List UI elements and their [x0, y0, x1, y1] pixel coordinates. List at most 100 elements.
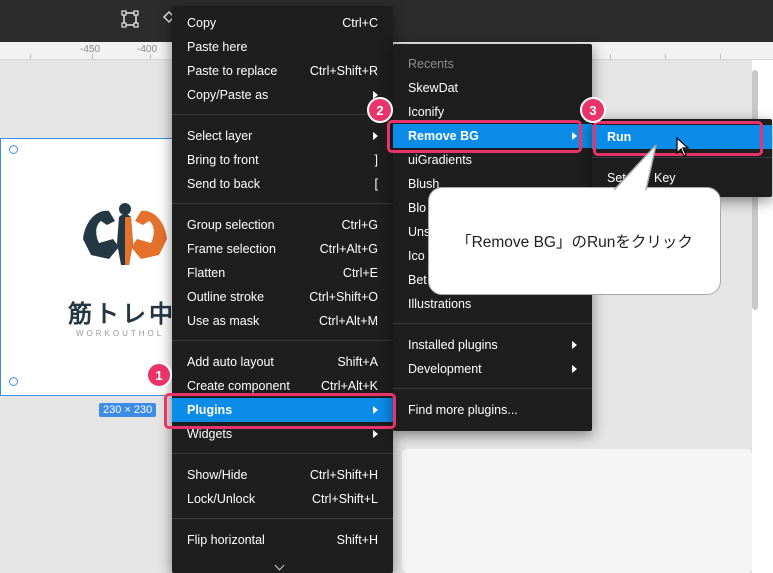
menu-item-label: Send to back [187, 177, 260, 191]
menu-item-select-layer[interactable]: Select layer [172, 124, 393, 148]
menu-item-label: Bring to front [187, 153, 259, 167]
menu-divider [393, 388, 592, 389]
highlight-remove-bg [387, 120, 582, 153]
submenu-arrow-icon [373, 430, 378, 438]
menu-item-label: Group selection [187, 218, 275, 232]
menu-divider [172, 114, 393, 115]
ruler-tick [665, 54, 666, 59]
menu-item-label: Find more plugins... [408, 403, 518, 417]
logo-subtitle: WORKOUTHOL [76, 329, 165, 338]
plugin-item-illustrations[interactable]: Illustrations [393, 292, 592, 316]
menu-item-lock-unlock[interactable]: Lock/Unlock Ctrl+Shift+L [172, 487, 393, 511]
scroll-down-chevron-icon[interactable] [274, 560, 285, 571]
menu-item-label: Widgets [187, 427, 233, 441]
bubble-tail-icon [613, 145, 657, 191]
menu-item-find-more-plugins[interactable]: Find more plugins... [393, 398, 592, 422]
menu-item-outline-stroke[interactable]: Outline stroke Ctrl+Shift+O [172, 285, 393, 309]
menu-item-shortcut: Ctrl+Shift+L [311, 492, 378, 506]
menu-item-label: Installed plugins [408, 338, 498, 352]
menu-item-label: Ico [408, 249, 425, 263]
menu-item-label: Create component [187, 379, 290, 393]
menu-item-label: Uns [408, 225, 431, 239]
highlight-plugins [164, 393, 396, 429]
menu-item-shortcut: Ctrl+E [342, 266, 378, 280]
background-panel [402, 449, 752, 573]
menu-divider [393, 323, 592, 324]
menu-item-label: Frame selection [187, 242, 276, 256]
menu-item-label: Bet [408, 273, 427, 287]
ruler-tick [150, 54, 151, 59]
menu-item-add-auto-layout[interactable]: Add auto layout Shift+A [172, 350, 393, 374]
menu-item-label: Add auto layout [187, 355, 274, 369]
menu-item-flatten[interactable]: Flatten Ctrl+E [172, 261, 393, 285]
menu-item-shortcut: [ [374, 177, 378, 191]
submenu-arrow-icon [572, 341, 577, 349]
menu-item-paste-to-replace[interactable]: Paste to replace Ctrl+Shift+R [172, 59, 393, 83]
menu-item-development[interactable]: Development [393, 357, 592, 381]
menu-item-shortcut: Ctrl+Alt+G [319, 242, 378, 256]
selection-handle[interactable] [9, 145, 18, 154]
menu-item-label: Illustrations [408, 297, 472, 311]
menu-item-shortcut: Ctrl+Shift+O [309, 290, 378, 304]
menu-item-shortcut: Ctrl+Shift+H [309, 468, 378, 482]
menu-item-copy-paste-as[interactable]: Copy/Paste as [172, 83, 393, 107]
menu-item-paste-here[interactable]: Paste here [172, 35, 393, 59]
menu-item-show-hide[interactable]: Show/Hide Ctrl+Shift+H [172, 463, 393, 487]
ruler-tick [30, 54, 31, 59]
menu-divider [172, 340, 393, 341]
menu-item-label: Paste to replace [187, 64, 278, 78]
menu-item-installed-plugins[interactable]: Installed plugins [393, 333, 592, 357]
menu-item-flip-horizontal[interactable]: Flip horizontal Shift+H [172, 528, 393, 552]
logo-title: 筋トレ中 [68, 301, 176, 328]
menu-item-label: Blo [408, 201, 427, 215]
menu-item-label: Select layer [187, 129, 253, 143]
step-badge-2: 2 [367, 97, 393, 123]
menu-item-label: Copy [187, 16, 217, 30]
menu-item-shortcut: Ctrl+G [341, 218, 378, 232]
menu-item-label: Development [408, 362, 482, 376]
menu-item-send-to-back[interactable]: Send to back [ [172, 172, 393, 196]
menu-divider [172, 203, 393, 204]
menu-item-label: Flip horizontal [187, 533, 265, 547]
context-menu: Copy Ctrl+C Paste here Paste to replace Ct… [172, 6, 393, 573]
frame-tool-icon[interactable] [121, 10, 139, 28]
step-badge-3: 3 [580, 97, 606, 123]
ruler-label: -400 [137, 44, 158, 55]
instruction-bubble: 「Remove BG」のRunをクリック [428, 187, 721, 295]
menu-item-copy[interactable]: Copy Ctrl+C [172, 11, 393, 35]
menu-divider [172, 453, 393, 454]
menu-item-label: Use as mask [187, 314, 260, 328]
ruler-tick [720, 54, 721, 59]
menu-item-group-selection[interactable]: Group selection Ctrl+G [172, 213, 393, 237]
recents-header: Recents [408, 57, 454, 71]
ruler-tick [92, 54, 93, 59]
menu-item-shortcut: ] [374, 153, 378, 167]
submenu-arrow-icon [572, 365, 577, 373]
selection-handle[interactable] [9, 377, 18, 386]
menu-item-label: Lock/Unlock [187, 492, 256, 506]
menu-item-shortcut: Ctrl+Alt+M [318, 314, 378, 328]
menu-item-shortcut: Ctrl+C [342, 16, 378, 30]
menu-item-label: Iconify [408, 105, 445, 119]
plugin-item-skewdat[interactable]: SkewDat [393, 76, 592, 100]
menu-item-shortcut: Ctrl+Alt+K [321, 379, 378, 393]
menu-item-label: Copy/Paste as [187, 88, 269, 102]
frame-dimensions-badge: 230 × 230 [99, 403, 157, 417]
menu-item-bring-to-front[interactable]: Bring to front] [172, 148, 393, 172]
menu-item-label: Show/Hide [187, 468, 248, 482]
step-badge-1: 1 [146, 362, 172, 388]
menu-item-shortcut: Shift+A [337, 355, 378, 369]
menu-item-label: Paste here [187, 40, 248, 54]
menu-item-shortcut: Ctrl+Shift+R [309, 64, 378, 78]
menu-item-label: uiGradients [408, 153, 472, 167]
mouse-cursor-icon [676, 137, 690, 157]
ruler-label: -450 [80, 44, 101, 55]
ruler-tick [610, 54, 611, 59]
selected-frame[interactable] [0, 138, 175, 396]
menu-item-label: SkewDat [408, 81, 459, 95]
menu-divider [172, 518, 393, 519]
submenu-arrow-icon [373, 132, 378, 140]
menu-item-frame-selection[interactable]: Frame selection Ctrl+Alt+G [172, 237, 393, 261]
menu-item-shortcut: Shift+H [336, 533, 378, 547]
menu-item-use-as-mask[interactable]: Use as mask Ctrl+Alt+M [172, 309, 393, 333]
